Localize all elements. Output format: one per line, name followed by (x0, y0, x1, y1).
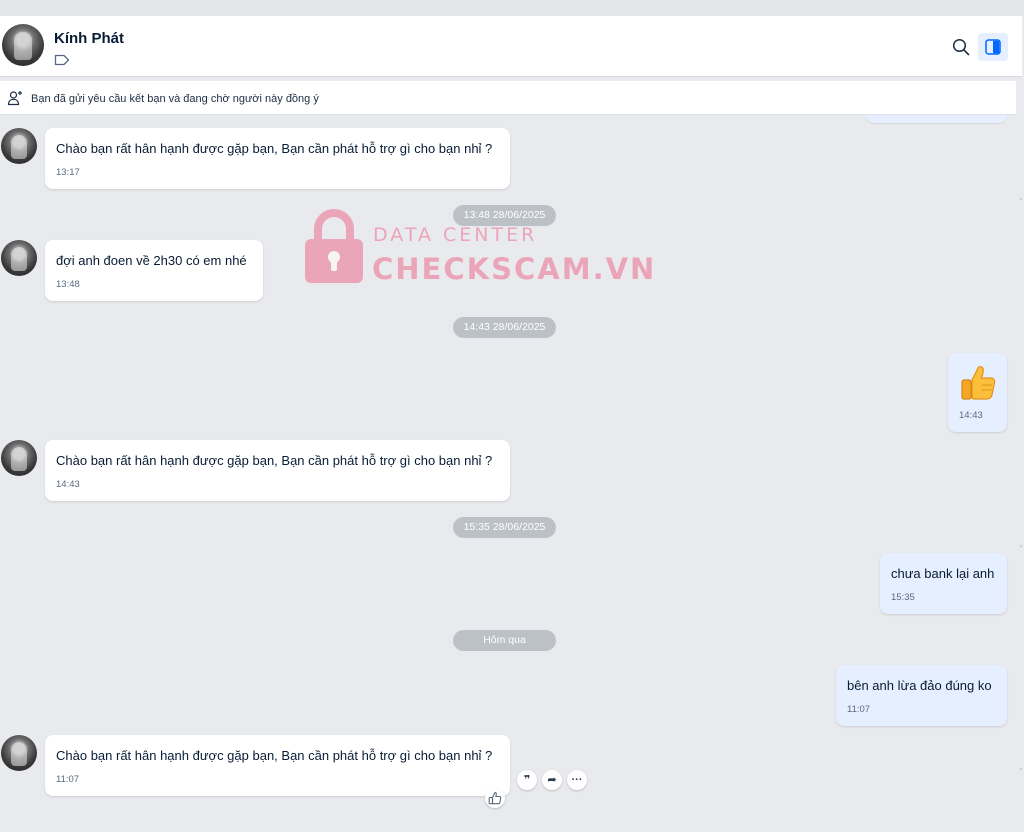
message-bubble[interactable]: Chào bạn rất hân hạnh được gặp bạn, Bạn … (45, 440, 510, 501)
message-text: đợi anh đoen về 2h30 có em nhé (56, 253, 247, 268)
message-bubble[interactable]: bên anh lừa đảo đúng ko 11:07 (836, 665, 1007, 726)
scrollbar-mark (1020, 198, 1022, 200)
add-friend-icon (7, 91, 22, 106)
message-time: 11:07 (847, 704, 871, 715)
sender-avatar[interactable] (1, 735, 37, 771)
date-divider: 13:48 28/06/2025 (453, 205, 556, 226)
sender-avatar[interactable] (1, 128, 37, 164)
message-time: 14:43 (56, 479, 80, 490)
friend-request-text: Bạn đã gửi yêu cầu kết bạn và đang chờ n… (31, 93, 319, 105)
watermark-brand: CHECKSCAM.VN (372, 252, 657, 286)
sender-avatar[interactable] (1, 240, 37, 276)
friend-request-bar: Bạn đã gửi yêu cầu kết bạn và đang chờ n… (0, 81, 1016, 115)
side-panel-icon (985, 39, 1001, 55)
like-icon (488, 791, 502, 805)
message-bubble[interactable]: đợi anh đoen về 2h30 có em nhé 13:48 (45, 240, 263, 301)
like-button[interactable] (485, 788, 505, 808)
message-time: 13:17 (56, 167, 80, 178)
contact-avatar[interactable] (2, 24, 44, 66)
message-text: chưa bank lại anh (891, 566, 995, 581)
previous-message-bubble (866, 115, 1007, 123)
chat-header: Kính Phát (0, 16, 1022, 77)
side-panel-button[interactable] (978, 33, 1008, 61)
search-icon[interactable] (951, 37, 971, 57)
scrollbar-mark (1020, 545, 1022, 547)
lock-icon (305, 209, 363, 283)
date-divider: 15:35 28/06/2025 (453, 517, 556, 538)
message-bubble[interactable]: chưa bank lại anh 15:35 (880, 553, 1007, 614)
date-divider: Hôm qua (453, 630, 556, 651)
thumbs-up-icon (961, 365, 996, 400)
message-time: 15:35 (891, 592, 915, 603)
sender-avatar[interactable] (1, 440, 37, 476)
message-time: 13:48 (56, 279, 80, 290)
message-text: Chào bạn rất hân hạnh được gặp bạn, Bạn … (56, 748, 493, 763)
contact-name[interactable]: Kính Phát (54, 30, 124, 47)
message-text: bên anh lừa đảo đúng ko (847, 678, 992, 693)
message-bubble[interactable]: Chào bạn rất hân hạnh được gặp bạn, Bạn … (45, 128, 510, 189)
quote-button[interactable]: ❞ (517, 770, 537, 790)
scrollbar-mark (1020, 768, 1022, 770)
tag-icon[interactable] (54, 54, 70, 66)
more-actions-button[interactable]: ··· (567, 770, 587, 790)
message-time: 14:43 (959, 410, 983, 421)
forward-button[interactable]: ➦ (542, 770, 562, 790)
message-text: Chào bạn rất hân hạnh được gặp bạn, Bạn … (56, 141, 493, 156)
message-bubble[interactable]: Chào bạn rất hân hạnh được gặp bạn, Bạn … (45, 735, 510, 796)
message-text: Chào bạn rất hân hạnh được gặp bạn, Bạn … (56, 453, 493, 468)
message-time: 11:07 (56, 774, 80, 785)
watermark-title: DATA CENTER (373, 224, 538, 246)
top-strip (0, 0, 1024, 16)
date-divider: 14:43 28/06/2025 (453, 317, 556, 338)
